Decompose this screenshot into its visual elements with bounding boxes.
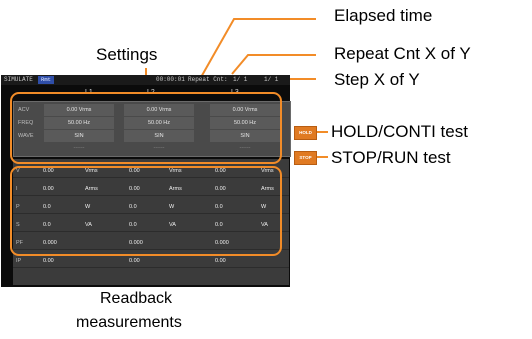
repeat-count-value: 1/ 1 xyxy=(233,76,248,83)
remote-badge: Rmt xyxy=(38,76,54,84)
repeat-count-callout: Repeat Cnt X of Y xyxy=(334,44,471,63)
step-callout: Step X of Y xyxy=(334,70,420,89)
settings-callout: Settings xyxy=(96,45,158,64)
readback-value: 0.00 xyxy=(215,258,226,264)
readback-value: 0.00 xyxy=(43,258,54,264)
mode-indicator: SIMULATE xyxy=(4,76,33,83)
readback-label: IP xyxy=(16,258,22,264)
readback-highlight xyxy=(10,166,282,256)
readback-callout-line1: Readback xyxy=(100,290,173,307)
readback-callout-line2: measurements xyxy=(76,314,182,331)
repeat-count-label: Repeat Cnt: xyxy=(188,76,228,83)
settings-highlight xyxy=(10,92,282,164)
stop-run-callout: STOP/RUN test xyxy=(331,148,451,167)
repeat-count-leader xyxy=(231,54,316,75)
readback-row: IP 0.00 0.00 0.00 xyxy=(13,255,289,268)
stop-softkey[interactable]: STOP xyxy=(294,151,317,165)
step-value: 1/ 1 xyxy=(264,76,279,83)
hold-conti-callout: HOLD/CONTI test xyxy=(331,122,468,141)
elapsed-time: 00:00:01 xyxy=(156,76,185,83)
elapsed-time-callout: Elapsed time xyxy=(334,6,433,25)
status-bar: SIMULATE Rmt 00:00:01 Repeat Cnt: 1/ 1 1… xyxy=(1,75,290,85)
hold-softkey[interactable]: HOLD xyxy=(294,126,317,140)
elapsed-time-leader xyxy=(199,18,316,80)
readback-value: 0.00 xyxy=(129,258,140,264)
